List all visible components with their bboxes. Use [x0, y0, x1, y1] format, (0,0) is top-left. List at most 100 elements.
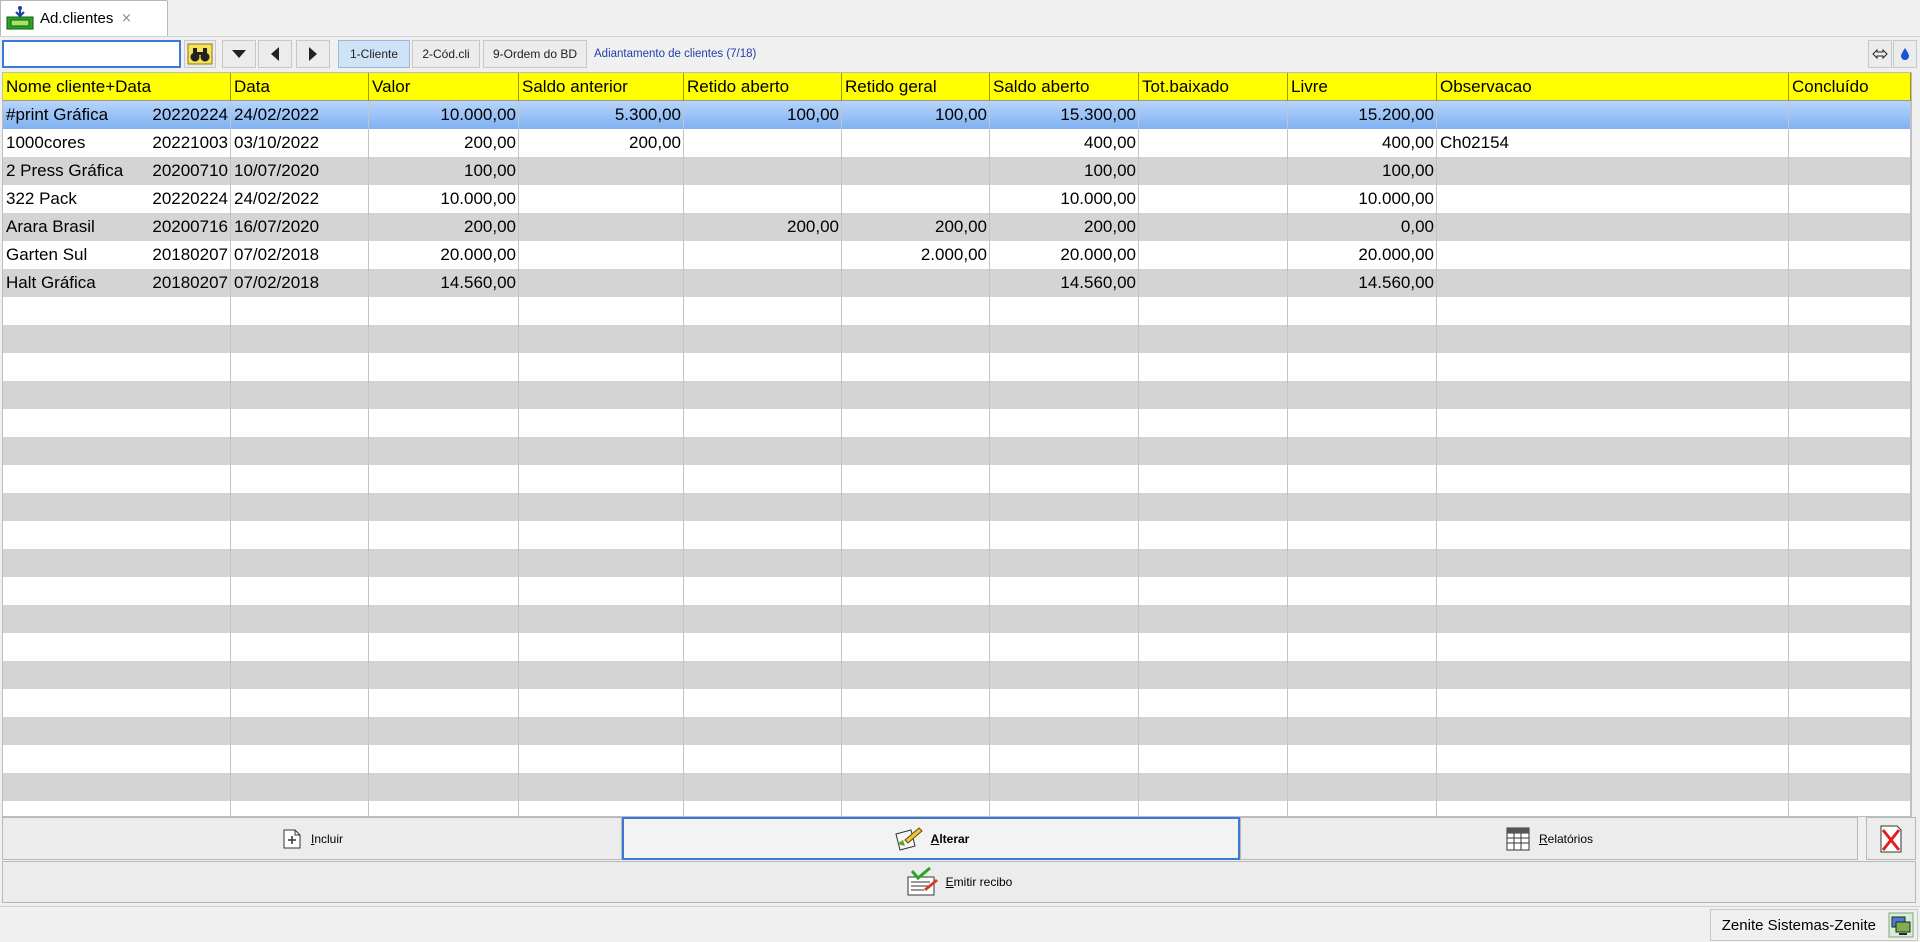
col-observacao-cell — [1437, 465, 1789, 493]
client-sort-key: 20180207 — [152, 245, 228, 264]
close-window-button[interactable] — [1866, 817, 1916, 860]
relatorios-label: Relatórios — [1538, 831, 1594, 846]
empty-table-row[interactable] — [3, 773, 1911, 801]
col-observacao-cell — [1437, 241, 1789, 269]
empty-table-row[interactable] — [3, 521, 1911, 549]
col-concluido-cell — [1789, 521, 1911, 549]
col-observacao-cell — [1437, 689, 1789, 717]
table-row[interactable]: Arara Brasil 20200716 16/07/2020 200,00 200,… — [3, 213, 1911, 241]
col-saldo-aberto-cell: 10.000,00 — [990, 185, 1139, 213]
empty-table-row[interactable] — [3, 437, 1911, 465]
col-data-cell — [231, 689, 369, 717]
col-saldo-anterior-cell — [519, 185, 684, 213]
col-saldo-anterior-cell: 200,00 — [519, 129, 684, 157]
col-saldo-anterior-header[interactable]: Saldo anterior — [519, 73, 684, 101]
dropdown-button[interactable] — [222, 40, 256, 68]
empty-table-row[interactable] — [3, 353, 1911, 381]
previous-button[interactable] — [258, 40, 292, 68]
computer-network-icon[interactable] — [1888, 912, 1914, 938]
col-nome-cliente-header[interactable]: Nome cliente+Data — [3, 73, 231, 101]
col-observacao-cell — [1437, 213, 1789, 241]
table-row[interactable]: 1000cores 20221003 03/10/2022 200,00 200,00 4… — [3, 129, 1911, 157]
col-nome-cliente-cell — [3, 437, 231, 465]
empty-table-row[interactable] — [3, 297, 1911, 325]
col-retido-geral-cell — [842, 409, 990, 437]
col-saldo-anterior-cell — [519, 381, 684, 409]
col-nome-cliente-cell — [3, 325, 231, 353]
col-observacao-cell — [1437, 185, 1789, 213]
order-tab-ordem-bd[interactable]: 9-Ordem do BD — [483, 40, 587, 68]
col-retido-aberto-cell — [684, 241, 842, 269]
color-button[interactable] — [1893, 40, 1917, 68]
col-retido-geral-cell — [842, 129, 990, 157]
col-saldo-anterior-cell — [519, 325, 684, 353]
incluir-button[interactable]: Incluir — [2, 817, 622, 860]
col-livre-cell — [1288, 717, 1437, 745]
next-button[interactable] — [296, 40, 330, 68]
empty-table-row[interactable] — [3, 605, 1911, 633]
col-saldo-aberto-cell: 20.000,00 — [990, 241, 1139, 269]
alterar-button[interactable]: Alterar — [622, 817, 1240, 860]
col-concluido-header[interactable]: Concluído — [1789, 73, 1911, 101]
col-tot-baixado-cell — [1139, 297, 1288, 325]
col-valor-header[interactable]: Valor — [369, 73, 519, 101]
col-nome-cliente-cell — [3, 409, 231, 437]
table-row[interactable]: Garten Sul 20180207 07/02/2018 20.000,00 2.0… — [3, 241, 1911, 269]
order-tab-cliente[interactable]: 1-Cliente — [338, 40, 410, 68]
empty-table-row[interactable] — [3, 689, 1911, 717]
close-icon[interactable]: × — [121, 11, 132, 26]
col-data-cell — [231, 745, 369, 773]
table-row[interactable]: 2 Press Gráfica 20200710 10/07/2020 100,00 1… — [3, 157, 1911, 185]
col-valor-cell — [369, 605, 519, 633]
col-saldo-anterior-cell — [519, 297, 684, 325]
search-button[interactable] — [184, 40, 216, 68]
empty-table-row[interactable] — [3, 801, 1911, 816]
empty-table-row[interactable] — [3, 409, 1911, 437]
col-saldo-aberto-header[interactable]: Saldo aberto — [990, 73, 1139, 101]
col-nome-cliente-cell — [3, 745, 231, 773]
emitir-recibo-button[interactable]: Emitir recibo — [2, 861, 1916, 903]
col-observacao-header[interactable]: Observacao — [1437, 73, 1789, 101]
empty-table-row[interactable] — [3, 549, 1911, 577]
empty-table-row[interactable] — [3, 661, 1911, 689]
col-livre-header[interactable]: Livre — [1288, 73, 1437, 101]
col-tot-baixado-cell — [1139, 549, 1288, 577]
col-retido-aberto-cell — [684, 353, 842, 381]
col-concluido-cell — [1789, 409, 1911, 437]
add-document-icon — [283, 829, 301, 848]
col-saldo-aberto-cell — [990, 297, 1139, 325]
col-saldo-aberto-cell — [990, 325, 1139, 353]
col-concluido-cell — [1789, 157, 1911, 185]
col-tot-baixado-cell — [1139, 465, 1288, 493]
col-nome-cliente-cell: #print Gráfica 20220224 — [3, 101, 231, 129]
table-row[interactable]: #print Gráfica 20220224 24/02/2022 10.000,0… — [3, 101, 1911, 129]
empty-table-row[interactable] — [3, 493, 1911, 521]
empty-table-row[interactable] — [3, 745, 1911, 773]
col-tot-baixado-header[interactable]: Tot.baixado — [1139, 73, 1288, 101]
order-tab-label: 2-Cód.cli — [422, 47, 470, 61]
col-retido-aberto-cell — [684, 297, 842, 325]
empty-table-row[interactable] — [3, 325, 1911, 353]
expand-button[interactable] — [1868, 40, 1892, 68]
table-row[interactable]: 322 Pack 20220224 24/02/2022 10.000,00 10.00… — [3, 185, 1911, 213]
relatorios-button[interactable]: Relatórios — [1240, 817, 1858, 860]
search-input[interactable] — [2, 40, 181, 68]
tab-ad-clientes[interactable]: Ad.clientes × — [0, 0, 168, 36]
col-observacao-cell — [1437, 605, 1789, 633]
table-row[interactable]: Halt Gráfica 20180207 07/02/2018 14.560,00 1… — [3, 269, 1911, 297]
empty-table-row[interactable] — [3, 633, 1911, 661]
col-nome-cliente-cell — [3, 353, 231, 381]
col-data-cell — [231, 521, 369, 549]
col-retido-aberto-cell — [684, 269, 842, 297]
empty-table-row[interactable] — [3, 717, 1911, 745]
col-data-header[interactable]: Data — [231, 73, 369, 101]
empty-table-row[interactable] — [3, 465, 1911, 493]
col-saldo-anterior-cell — [519, 661, 684, 689]
col-saldo-anterior-cell — [519, 269, 684, 297]
order-tab-cod-cli[interactable]: 2-Cód.cli — [412, 40, 480, 68]
col-retido-geral-header[interactable]: Retido geral — [842, 73, 990, 101]
empty-table-row[interactable] — [3, 381, 1911, 409]
empty-table-row[interactable] — [3, 577, 1911, 605]
col-retido-aberto-header[interactable]: Retido aberto — [684, 73, 842, 101]
col-data-cell — [231, 661, 369, 689]
